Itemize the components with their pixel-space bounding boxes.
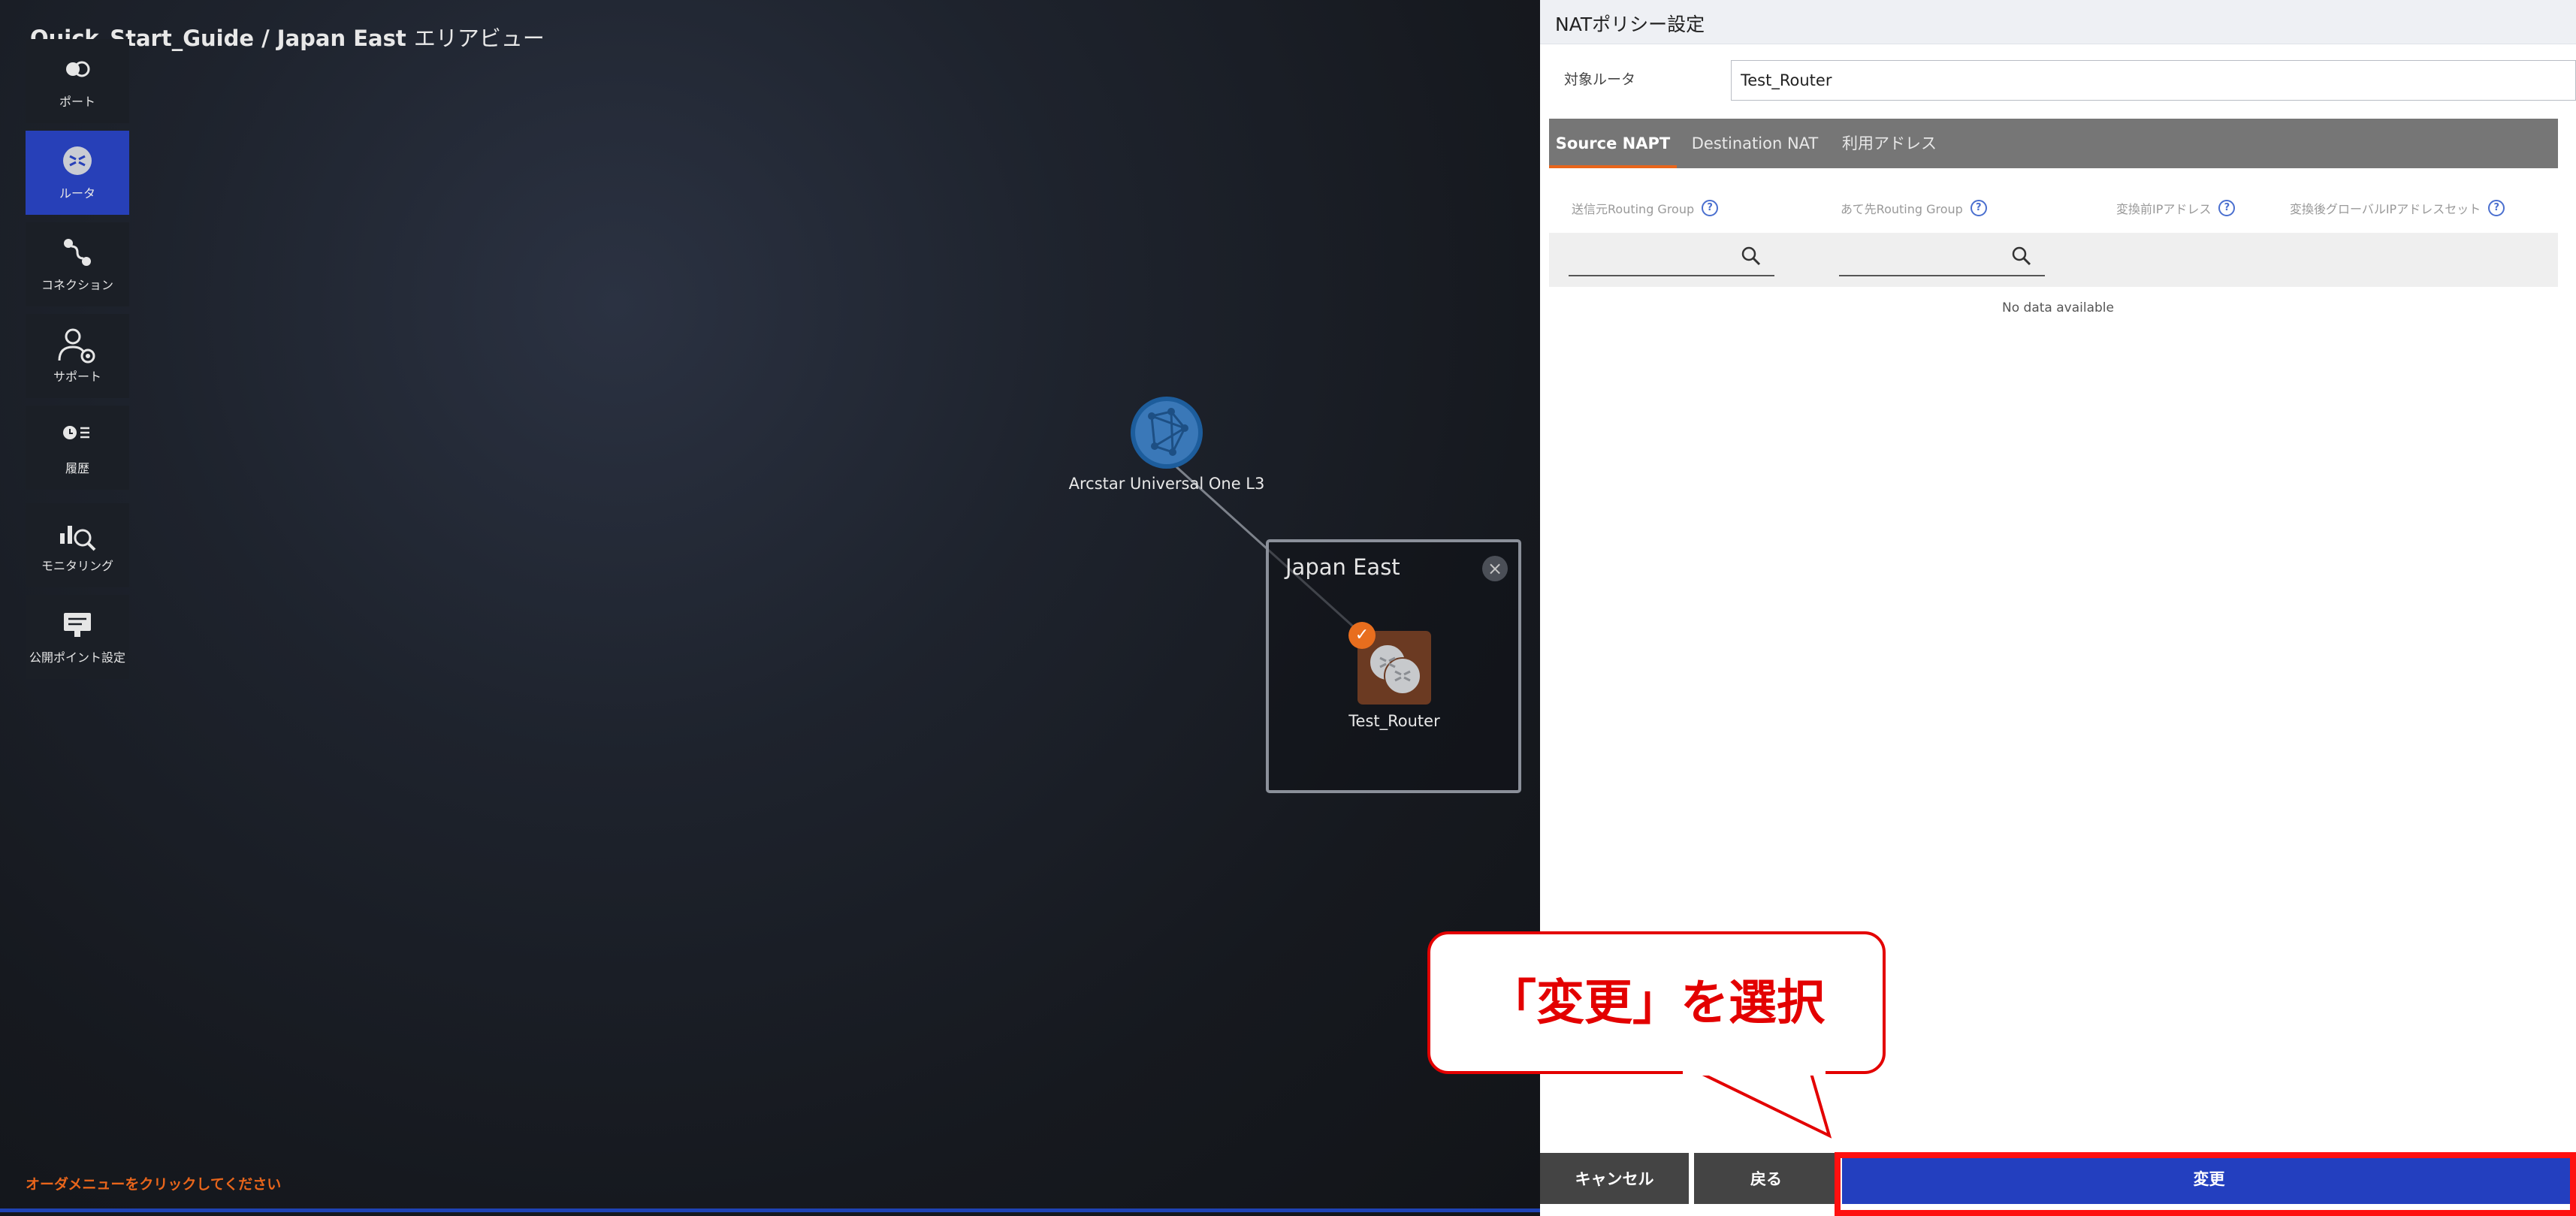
callout-bubble: 「変更」を選択: [1427, 931, 1886, 1074]
network-node[interactable]: [1129, 395, 1204, 470]
change-button-highlight: [1835, 1152, 2576, 1216]
no-data-message: No data available: [2002, 300, 2114, 315]
column-header-label: 変換後グローバルIPアドレスセット: [2290, 202, 2481, 216]
panel-header: NATポリシー設定: [1540, 0, 2576, 44]
cancel-button[interactable]: キャンセル: [1540, 1153, 1689, 1204]
topology-canvas[interactable]: Quick_Start_Guide / Japan East エリアビュー ポー…: [0, 0, 1540, 1216]
area-title: Japan East: [1285, 554, 1400, 580]
callout-text: 「変更」を選択: [1488, 976, 1825, 1031]
help-icon[interactable]: ?: [1970, 200, 1987, 216]
help-icon[interactable]: ?: [2488, 200, 2505, 216]
back-button[interactable]: 戻る: [1694, 1153, 1838, 1204]
column-header-dst-routing-group[interactable]: あて先Routing Group ?: [1841, 199, 1987, 217]
search-icon[interactable]: [1738, 243, 1764, 269]
tab-used-address[interactable]: 利用アドレス: [1833, 119, 1946, 168]
help-icon[interactable]: ?: [2218, 200, 2236, 216]
column-header-src-routing-group[interactable]: 送信元Routing Group ?: [1572, 199, 1719, 217]
callout-tail-cover: [1683, 1065, 1826, 1076]
column-header-post-global-ip-set[interactable]: 変換後グローバルIPアドレスセット ?: [2290, 199, 2505, 217]
help-icon[interactable]: ?: [1702, 200, 1719, 216]
network-label: Arcstar Universal One L3: [1068, 475, 1265, 493]
search-icon[interactable]: [2009, 243, 2034, 269]
check-icon: ✓: [1348, 622, 1376, 649]
panel-title: NATポリシー設定: [1555, 14, 1705, 35]
column-header-label: 送信元Routing Group: [1572, 202, 1695, 216]
tab-destination-nat[interactable]: Destination NAT: [1680, 119, 1830, 168]
filter-row: [1549, 233, 2558, 287]
globe-icon: [1131, 397, 1203, 469]
bottom-accent-line: [0, 1208, 1540, 1212]
tab-bar: Source NAPT Destination NAT 利用アドレス: [1549, 119, 2558, 168]
tab-source-napt[interactable]: Source NAPT: [1549, 119, 1677, 168]
target-router-label: 対象ルータ: [1564, 71, 1636, 88]
target-router-field[interactable]: [1731, 60, 2576, 101]
column-header-label: あて先Routing Group: [1841, 202, 1963, 216]
close-icon[interactable]: ×: [1482, 556, 1508, 581]
router-label: Test_Router: [1348, 712, 1440, 730]
column-header-label: 変換前IPアドレス: [2116, 202, 2212, 216]
order-hint: オーダメニューをクリックしてください: [26, 1176, 282, 1193]
column-header-pre-ip[interactable]: 変換前IPアドレス ?: [2116, 199, 2236, 217]
